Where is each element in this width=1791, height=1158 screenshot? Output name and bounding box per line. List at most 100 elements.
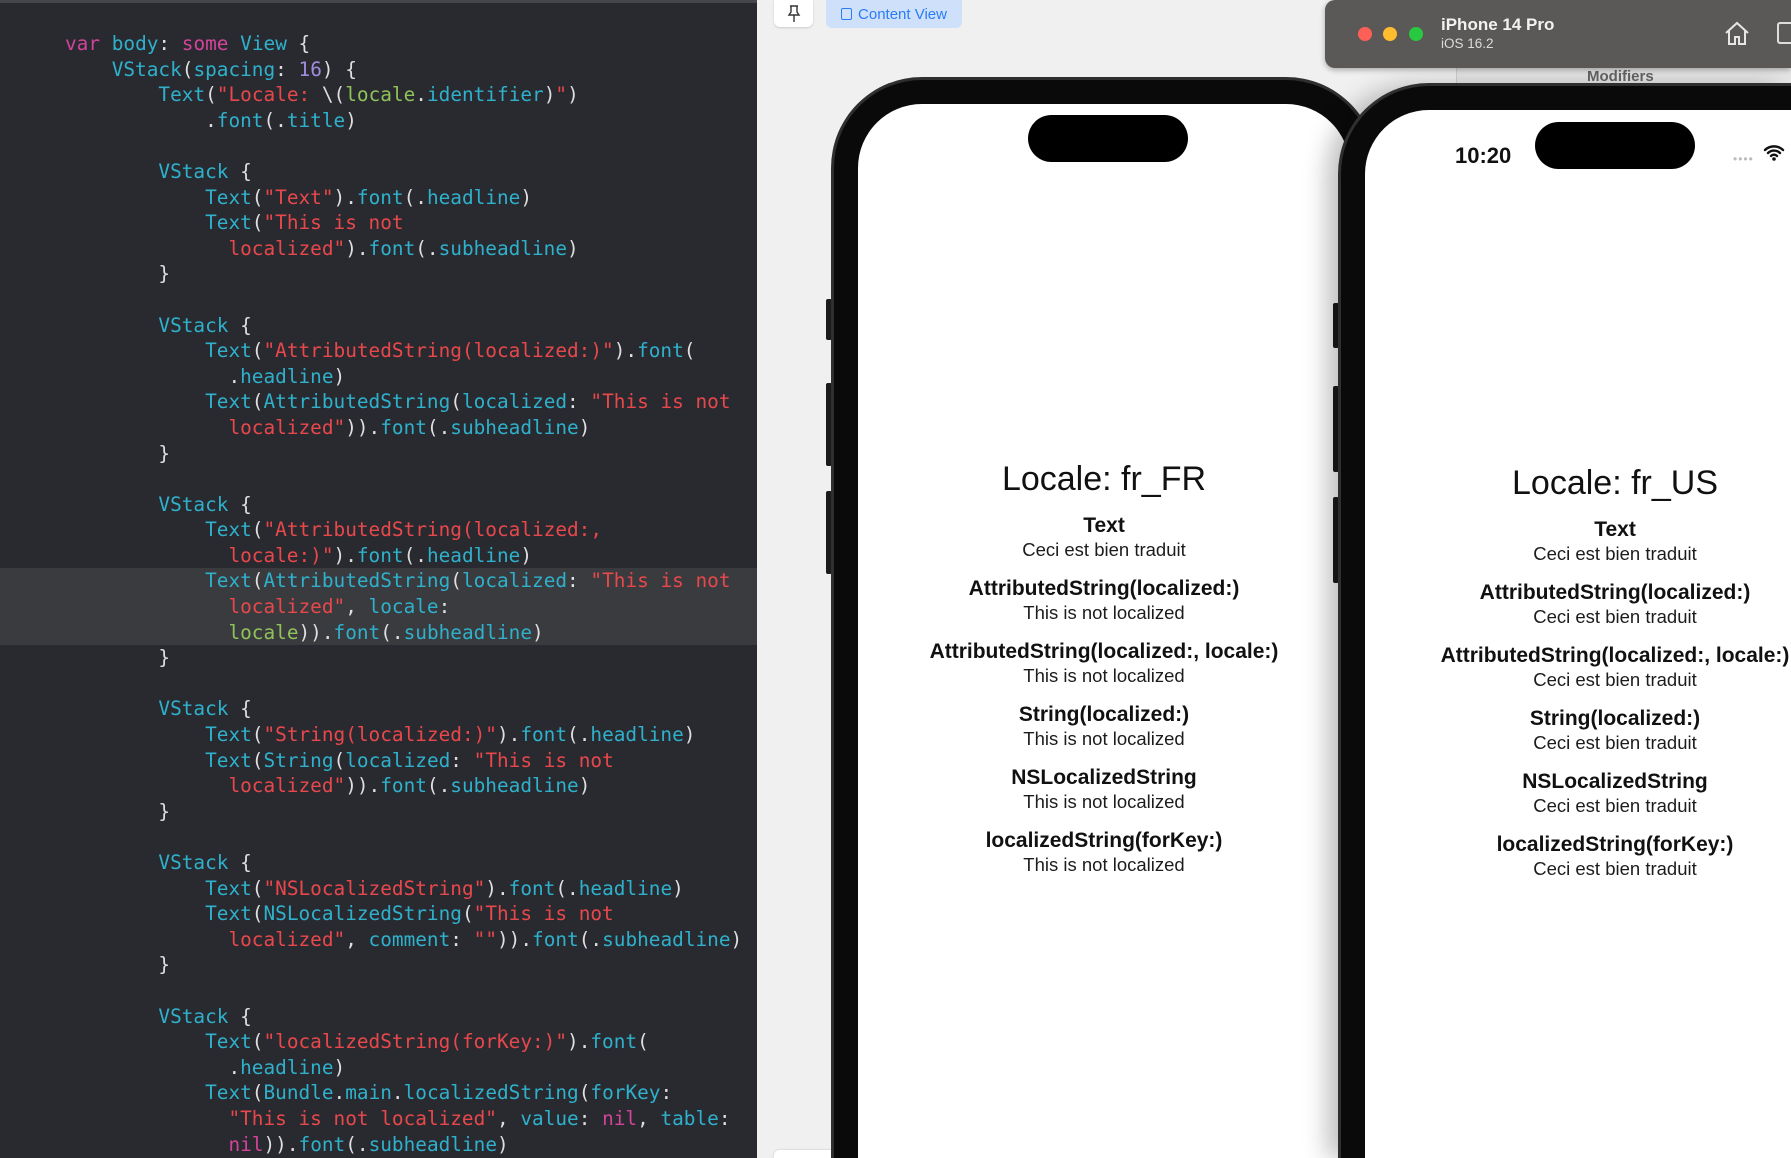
code-token: ( <box>251 1030 264 1054</box>
code-line[interactable]: Text("String(localized:)").font(.headlin… <box>0 722 757 748</box>
pin-preview-button[interactable] <box>774 0 813 27</box>
code-token: Text <box>205 1030 252 1054</box>
code-line[interactable]: Text(String(localized: "This is not <box>0 748 757 774</box>
headline-text: String(localized:) <box>1018 703 1190 726</box>
code-line[interactable]: Text("AttributedString(localized:, <box>0 517 757 543</box>
code-line[interactable]: VStack { <box>0 492 757 518</box>
code-token: main <box>345 1081 392 1105</box>
headline-text: localizedString(forKey:) <box>1496 833 1734 856</box>
code-line[interactable] <box>0 978 757 1004</box>
code-line[interactable]: Text("AttributedString(localized:)").fon… <box>0 338 757 364</box>
code-line[interactable]: localized", locale: <box>0 594 757 620</box>
code-line[interactable]: .font(.title) <box>0 108 757 134</box>
code-lines[interactable]: var body: some View { VStack(spacing: 16… <box>0 31 757 1157</box>
headline-text: localizedString(forKey:) <box>985 829 1223 852</box>
code-line[interactable]: Text("NSLocalizedString").font(.headline… <box>0 876 757 902</box>
text-group: AttributedString(localized:) Ceci est bie… <box>1439 580 1791 629</box>
code-token: ) <box>567 236 579 260</box>
code-token: : <box>438 595 451 619</box>
code-token: . <box>391 1081 404 1105</box>
code-line[interactable]: localized")).font(.subheadline) <box>0 415 757 441</box>
code-token: font <box>637 339 684 363</box>
code-line[interactable]: locale:)").font(.headline) <box>0 543 757 569</box>
code-line[interactable]: Text("localizedString(forKey:)").font( <box>0 1029 757 1055</box>
code-token: ( <box>251 339 264 363</box>
view-icon <box>841 8 853 20</box>
zoom-button[interactable] <box>1409 27 1423 41</box>
code-token: )). <box>298 620 334 644</box>
code-line[interactable]: VStack { <box>0 313 757 339</box>
code-line[interactable]: localized").font(.subheadline) <box>0 236 757 262</box>
code-token: ) <box>672 876 684 900</box>
code-line[interactable]: "This is not localized", value: nil, tab… <box>0 1106 757 1132</box>
code-line[interactable] <box>0 287 757 313</box>
headline-text: Text <box>1594 518 1636 541</box>
code-line[interactable]: Text(AttributedString(localized: "This i… <box>0 568 757 595</box>
code-line[interactable] <box>0 466 757 492</box>
code-line[interactable]: } <box>0 952 757 978</box>
code-line[interactable]: nil)).font(.subheadline) <box>0 1132 757 1158</box>
code-token: ) { <box>321 57 357 81</box>
code-line[interactable]: } <box>0 441 757 467</box>
code-token: headline <box>240 364 334 388</box>
code-line[interactable]: Text("Locale: \(locale.identifier)") <box>0 82 757 108</box>
code-token: VStack <box>158 313 229 337</box>
code-line[interactable]: localized")).font(.subheadline) <box>0 773 757 799</box>
modifiers-label: Modifiers <box>1587 68 1654 85</box>
home-icon[interactable] <box>1723 20 1751 46</box>
simulator-title-bar[interactable]: iPhone 14 Pro iOS 16.2 <box>1325 0 1791 68</box>
code-line[interactable]: } <box>0 261 757 287</box>
code-token: Text <box>158 83 206 107</box>
code-token: ) <box>497 1132 509 1156</box>
code-token: font <box>298 1132 346 1156</box>
code-line[interactable]: } <box>0 799 757 825</box>
code-line[interactable]: localized", comment: "")).font(.subheadl… <box>0 927 757 953</box>
code-token: ) <box>333 364 346 388</box>
close-button[interactable] <box>1358 27 1372 41</box>
code-token: "AttributedString(localized:, <box>263 518 603 542</box>
code-line[interactable]: VStack { <box>0 850 757 876</box>
code-line[interactable]: VStack { <box>0 1004 757 1030</box>
code-line[interactable]: } <box>0 645 757 671</box>
code-line[interactable]: VStack(spacing: 16) { <box>0 57 757 83</box>
subheadline-text: Ceci est bien traduit <box>1533 543 1697 564</box>
code-line[interactable]: Text("This is not <box>0 210 757 236</box>
phone2-action-button <box>1333 303 1339 348</box>
code-line[interactable]: .headline) <box>0 364 757 390</box>
code-token: nil <box>602 1106 638 1130</box>
code-line[interactable]: var body: some View { <box>0 31 757 57</box>
code-line[interactable] <box>0 824 757 850</box>
code-line[interactable] <box>0 671 757 697</box>
text-group: AttributedString(localized:, locale:) Cec… <box>1439 643 1791 692</box>
code-token: "This is not <box>590 390 731 414</box>
code-token: ). <box>496 723 521 747</box>
code-line[interactable] <box>0 133 757 159</box>
code-token: ). <box>345 236 369 260</box>
code-token: font <box>356 185 404 209</box>
code-editor[interactable]: var body: some View { VStack(spacing: 16… <box>0 0 757 1158</box>
code-token: spacing <box>193 57 276 81</box>
code-token: )). <box>345 415 381 439</box>
code-line[interactable]: Text("Text").font(.headline) <box>0 185 757 211</box>
text-group: localizedString(forKey:) This is not loca… <box>858 828 1350 877</box>
code-line[interactable]: Text(AttributedString(localized: "This i… <box>0 389 757 415</box>
subheadline-text: Ceci est bien traduit <box>1533 795 1697 816</box>
code-token: Text <box>205 390 252 414</box>
code-token: AttributedString <box>263 390 451 414</box>
minimize-button[interactable] <box>1383 27 1397 41</box>
code-token: { <box>228 159 252 183</box>
code-line[interactable]: locale)).font(.subheadline) <box>0 619 757 646</box>
rotate-icon[interactable] <box>1777 22 1791 44</box>
code-line[interactable]: Text(NSLocalizedString("This is not <box>0 901 757 927</box>
code-token: VStack <box>158 159 229 183</box>
code-line[interactable]: .headline) <box>0 1055 757 1081</box>
code-token: } <box>65 646 171 670</box>
code-line[interactable]: Text(Bundle.main.localizedString(forKey: <box>0 1080 757 1106</box>
content-view-button[interactable]: Content View <box>826 0 962 28</box>
code-line[interactable]: VStack { <box>0 696 757 722</box>
code-token: "This is not <box>590 569 731 593</box>
text-group: String(localized:) This is not localized <box>858 702 1350 751</box>
code-line[interactable]: VStack { <box>0 159 757 185</box>
